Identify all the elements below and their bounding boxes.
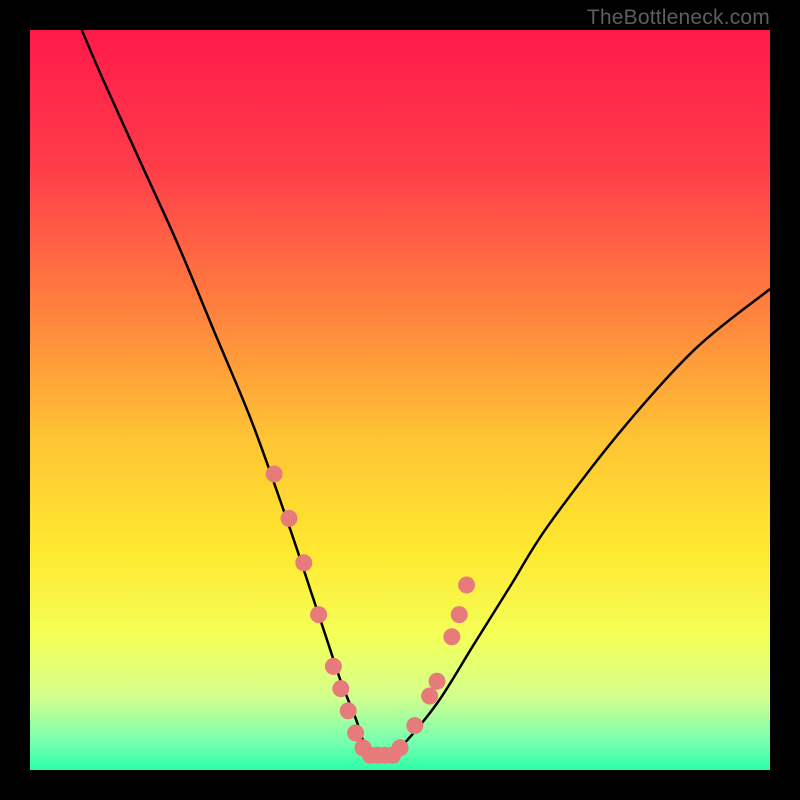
bottleneck-curve xyxy=(82,30,770,757)
sample-points-group xyxy=(266,466,475,764)
sample-point xyxy=(406,717,423,734)
sample-point xyxy=(310,606,327,623)
sample-point xyxy=(451,606,468,623)
sample-point xyxy=(281,510,298,527)
sample-point xyxy=(392,739,409,756)
chart-frame: TheBottleneck.com xyxy=(0,0,800,800)
sample-point xyxy=(266,466,283,483)
watermark-text: TheBottleneck.com xyxy=(587,6,770,30)
sample-point xyxy=(325,658,342,675)
sample-point xyxy=(295,554,312,571)
sample-point xyxy=(332,680,349,697)
curve-layer xyxy=(30,30,770,770)
plot-area xyxy=(30,30,770,770)
sample-point xyxy=(429,673,446,690)
sample-point xyxy=(443,628,460,645)
sample-point xyxy=(340,702,357,719)
sample-point xyxy=(458,577,475,594)
sample-point xyxy=(421,688,438,705)
sample-point xyxy=(347,725,364,742)
